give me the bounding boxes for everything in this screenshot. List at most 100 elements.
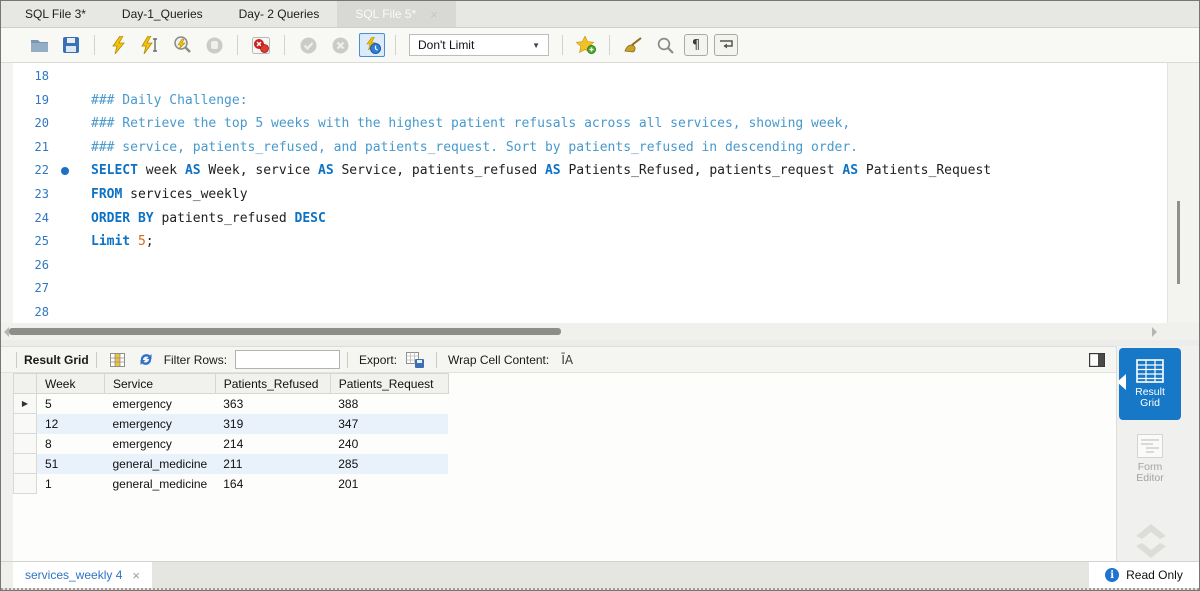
table-cell[interactable]: 388: [330, 394, 448, 414]
editor-horizontal-scrollbar[interactable]: [1, 323, 1199, 340]
result-set-tab-label: services_weekly 4: [25, 568, 123, 582]
editor-tab-2[interactable]: Day-1_Queries: [104, 1, 221, 27]
kill-query-button[interactable]: [248, 33, 274, 57]
code-line[interactable]: 21 ### service, patients_refused, and pat…: [1, 136, 1167, 160]
table-cell[interactable]: 240: [330, 434, 448, 454]
show-invisibles-button[interactable]: ¶: [684, 34, 708, 56]
table-cell[interactable]: 285: [330, 453, 449, 474]
result-view-sidebar: Result Grid Form Editor: [1116, 346, 1199, 563]
form-editor-view-label: Form Editor: [1136, 461, 1164, 484]
export-label: Export:: [359, 352, 398, 367]
stop-query-button[interactable]: [201, 33, 227, 57]
grid-body: ▶ 5 emergency 363 388 12 emergency 319 347 8 emerg…: [13, 393, 449, 494]
table-row[interactable]: 12 emergency 319 347: [13, 413, 449, 434]
code-line[interactable]: 24 ORDER BY patients_refused DESC: [1, 207, 1167, 231]
save-button[interactable]: [58, 33, 84, 57]
column-header[interactable]: Service: [104, 373, 216, 394]
row-limit-dropdown[interactable]: Don't Limit ▼: [409, 34, 549, 56]
horizontal-scroll-thumb[interactable]: [9, 328, 561, 335]
table-cell[interactable]: 8: [37, 434, 105, 454]
table-row[interactable]: 8 emergency 214 240: [13, 433, 449, 454]
row-header-cell[interactable]: [13, 413, 37, 434]
table-cell[interactable]: 211: [215, 453, 331, 474]
close-icon[interactable]: ×: [132, 568, 140, 583]
code-line[interactable]: 28: [1, 301, 1167, 325]
editor-tab-4[interactable]: SQL File 5* ×: [337, 1, 456, 27]
refresh-button[interactable]: [135, 350, 157, 370]
table-cell[interactable]: 363: [215, 394, 330, 414]
table-cell[interactable]: 164: [215, 474, 330, 494]
code-line[interactable]: 26: [1, 254, 1167, 278]
line-marker-gutter: [49, 207, 91, 231]
collapse-side-panel-button[interactable]: [1086, 350, 1108, 370]
result-set-tab[interactable]: services_weekly 4 ×: [13, 562, 152, 588]
export-button[interactable]: [404, 350, 426, 370]
code-line[interactable]: 25 Limit 5;: [1, 230, 1167, 254]
toggle-autocommit-button[interactable]: [359, 33, 385, 57]
code-line[interactable]: 18: [1, 65, 1167, 89]
table-row[interactable]: 51 general_medicine 211 285: [13, 453, 449, 474]
result-grid-toolbar: Result Grid Filter Rows: Export: Wrap Ce…: [1, 346, 1116, 373]
table-cell[interactable]: 214: [215, 434, 330, 454]
table-cell[interactable]: 12: [36, 413, 105, 434]
table-cell[interactable]: 347: [330, 413, 449, 434]
table-row[interactable]: ▶ 5 emergency 363 388: [13, 393, 449, 414]
table-row[interactable]: 1 general_medicine 164 201: [13, 473, 449, 494]
chevron-up-icon[interactable]: [1136, 524, 1166, 539]
code-line[interactable]: 19 ### Daily Challenge:: [1, 89, 1167, 113]
row-header-cell[interactable]: [13, 453, 37, 474]
sql-code-editor[interactable]: 18 19 ### Daily Challenge: 20 ### Retrieve t…: [1, 63, 1199, 323]
column-header[interactable]: Patients_Refused: [214, 373, 331, 394]
table-cell[interactable]: general_medicine: [104, 453, 216, 474]
mysql-workbench-window: SQL File 3* Day-1_Queries Day- 2 Queries SQ…: [0, 0, 1200, 591]
table-cell[interactable]: 1: [37, 474, 105, 494]
find-button[interactable]: [652, 33, 678, 57]
line-marker-gutter: [49, 65, 91, 89]
column-header[interactable]: Week: [36, 373, 105, 394]
scroll-right-arrow-icon[interactable]: [1152, 327, 1157, 337]
magnifier-lightning-icon: [173, 36, 191, 53]
code-line[interactable]: 23 FROM services_weekly: [1, 183, 1167, 207]
editor-tab-1[interactable]: SQL File 3*: [7, 1, 104, 27]
code-line[interactable]: 20 ### Retrieve the top 5 weeks with the …: [1, 112, 1167, 136]
vertical-scroll-thumb[interactable]: [1177, 201, 1180, 284]
commit-check-icon: [300, 37, 316, 53]
column-header[interactable]: Patients_Request: [329, 373, 449, 394]
wrap-cell-content-button[interactable]: ĪA: [556, 350, 578, 370]
table-cell[interactable]: emergency: [105, 394, 216, 414]
table-cell[interactable]: 51: [36, 453, 105, 474]
editor-vertical-scrollbar[interactable]: [1167, 63, 1199, 323]
beautify-script-button[interactable]: [620, 33, 646, 57]
grid-columns-button[interactable]: [107, 350, 129, 370]
table-cell[interactable]: emergency: [105, 434, 216, 454]
execute-current-statement-button[interactable]: [137, 33, 163, 57]
code-line[interactable]: 27: [1, 277, 1167, 301]
chevron-down-icon[interactable]: [1136, 543, 1166, 558]
active-view-notch-icon: [1117, 374, 1126, 390]
table-cell[interactable]: 319: [215, 413, 331, 434]
code-text: ### Daily Challenge:: [91, 92, 248, 108]
table-cell[interactable]: 5: [37, 394, 105, 414]
table-cell[interactable]: 201: [330, 474, 448, 494]
kill-query-icon: [252, 36, 270, 54]
table-cell[interactable]: emergency: [104, 413, 216, 434]
code-line[interactable]: 22 SELECT week AS Week, service AS Servic…: [1, 159, 1167, 183]
editor-tab-3[interactable]: Day- 2 Queries: [221, 1, 338, 27]
row-header-cell[interactable]: ▶: [13, 393, 37, 414]
row-header-cell[interactable]: [13, 473, 37, 494]
line-number: 19: [34, 92, 49, 107]
save-snippet-button[interactable]: [573, 33, 599, 57]
line-marker-gutter: [49, 89, 91, 113]
explain-query-button[interactable]: [169, 33, 195, 57]
toggle-wrap-button[interactable]: [714, 34, 738, 56]
open-file-button[interactable]: [26, 33, 52, 57]
table-cell[interactable]: general_medicine: [105, 474, 216, 494]
filter-rows-input[interactable]: [235, 350, 341, 369]
result-grid-view-button[interactable]: Result Grid: [1117, 348, 1181, 420]
form-editor-view-button[interactable]: Form Editor: [1119, 434, 1181, 484]
row-header-cell[interactable]: [13, 433, 37, 454]
rollback-button[interactable]: [327, 33, 353, 57]
execute-script-button[interactable]: [105, 33, 131, 57]
commit-button[interactable]: [295, 33, 321, 57]
tab-close-icon[interactable]: ×: [430, 8, 438, 21]
